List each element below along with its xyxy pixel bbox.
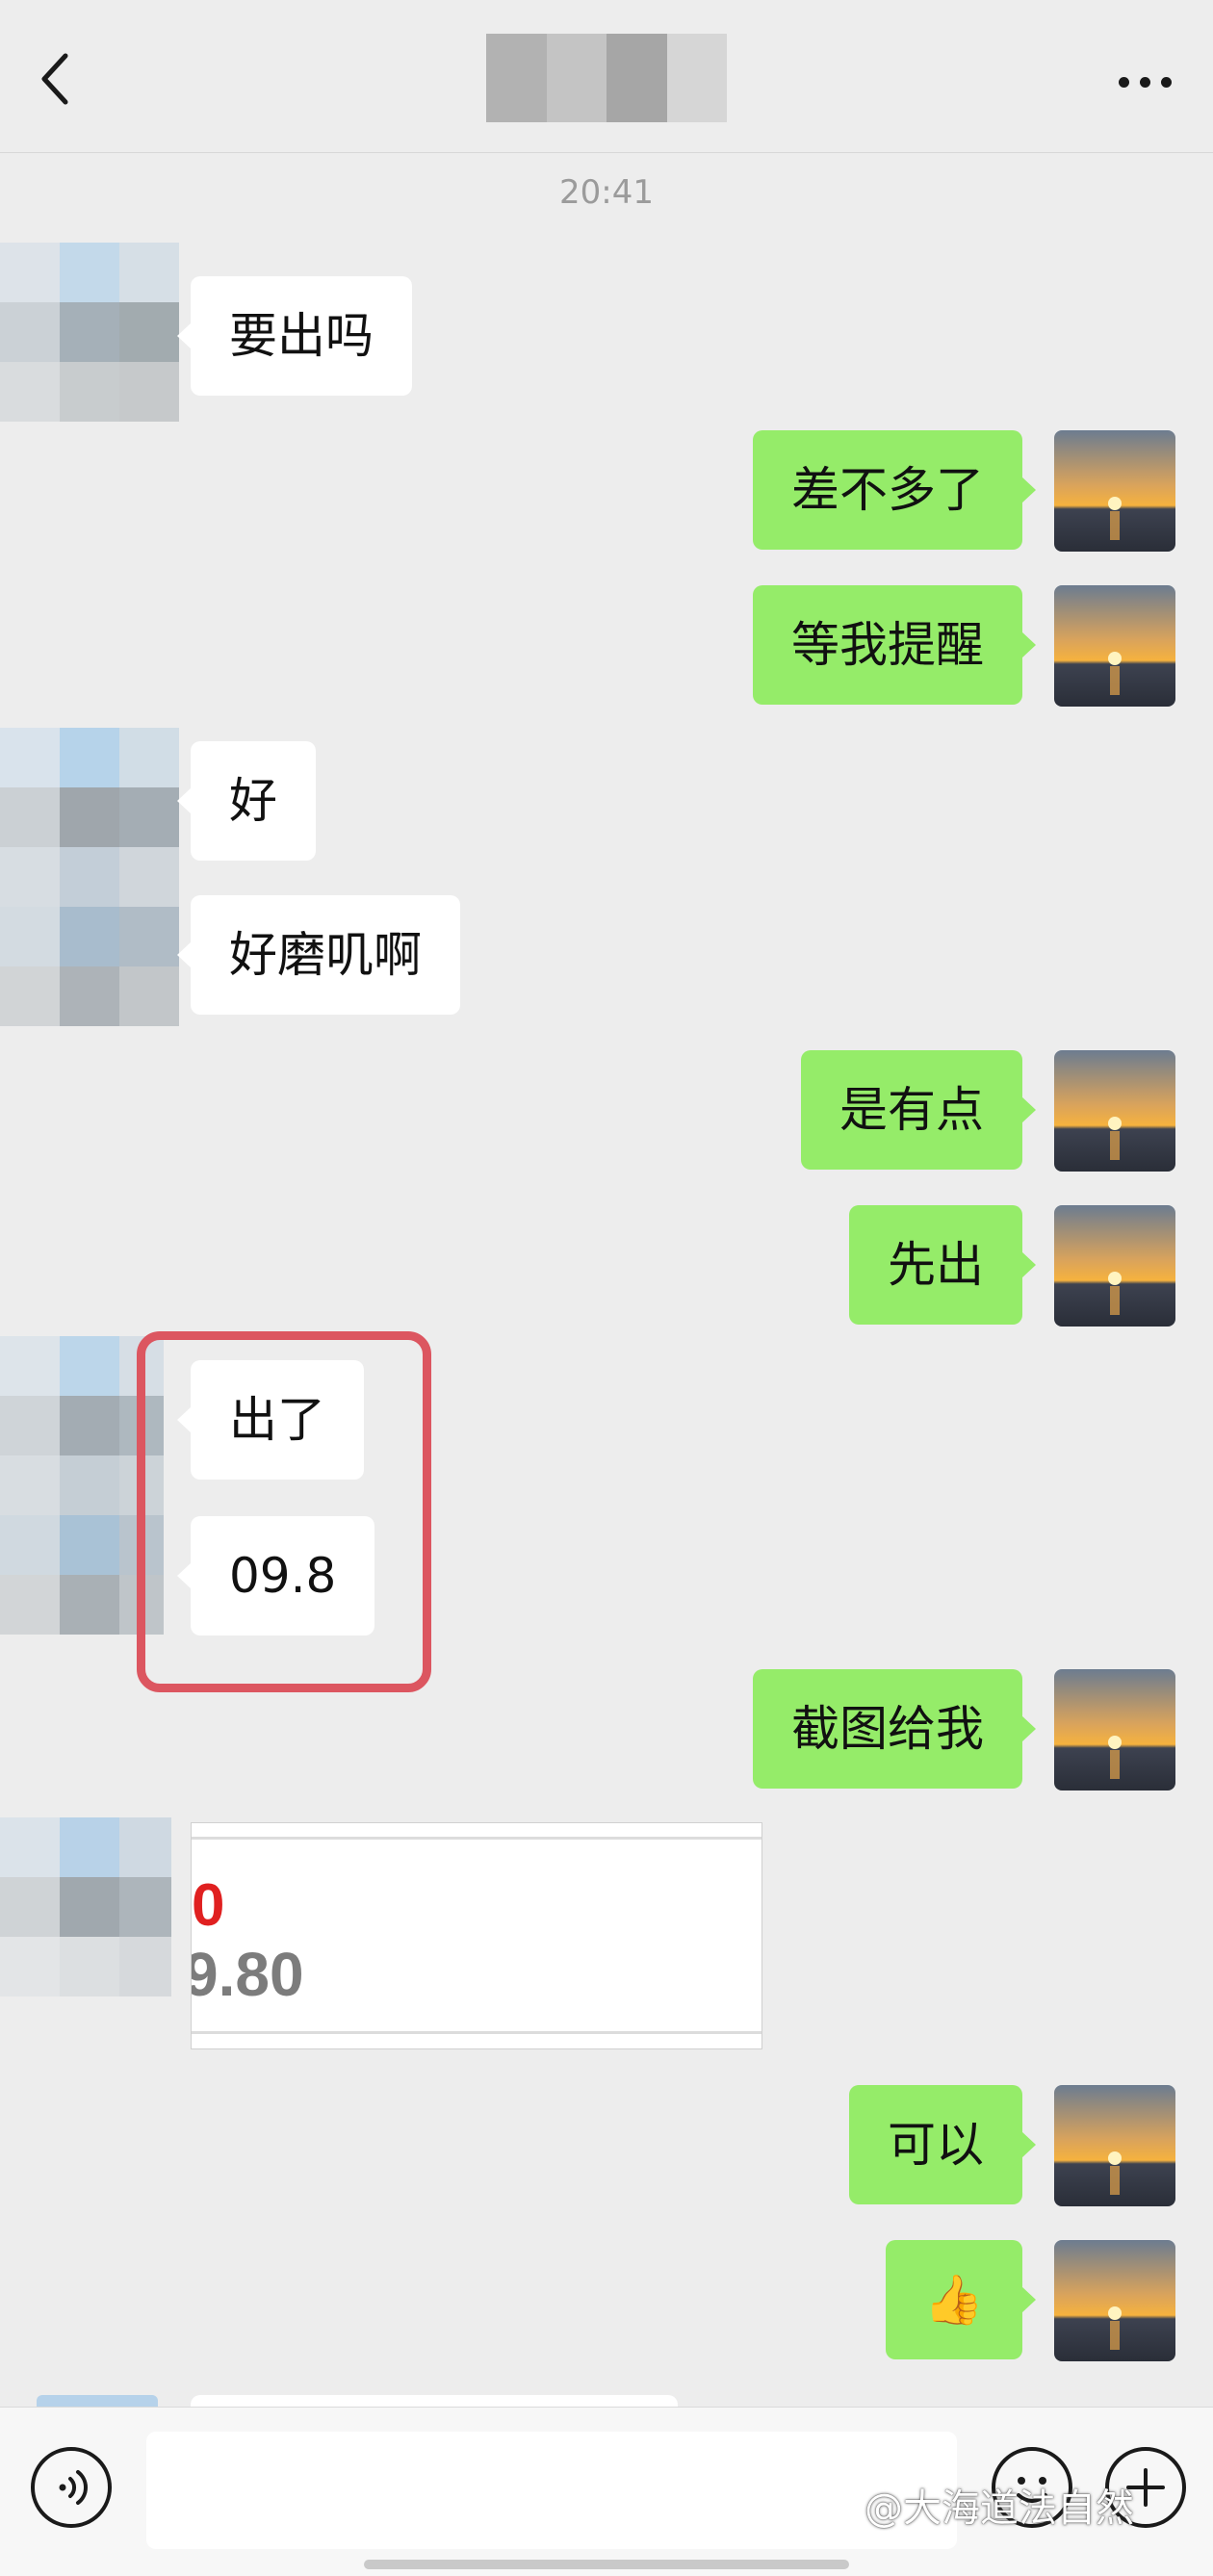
peer-avatar[interactable]: [0, 243, 183, 422]
my-avatar[interactable]: [1054, 430, 1175, 552]
my-avatar[interactable]: [1054, 2240, 1175, 2361]
my-avatar[interactable]: [1054, 1050, 1175, 1172]
sunset-avatar-image: [1054, 1205, 1175, 1327]
sunset-avatar-image: [1054, 2240, 1175, 2361]
sunset-avatar-image: [1054, 2085, 1175, 2206]
message-bubble-me[interactable]: 可以: [849, 2085, 1036, 2204]
message-bubble-peer[interactable]: 好磨叽啊: [177, 895, 460, 1015]
message-bubble-me[interactable]: 先出: [849, 1205, 1036, 1325]
peer-avatar[interactable]: [0, 1817, 171, 1996]
message-bubble-me[interactable]: 截图给我: [753, 1669, 1036, 1789]
thumbs-up-emoji: 👍: [923, 2272, 984, 2328]
my-avatar[interactable]: [1054, 1205, 1175, 1327]
chevron-left-icon: [41, 53, 68, 105]
voice-icon: [59, 2470, 88, 2505]
image-message[interactable]: 0 9.80: [191, 1822, 762, 2049]
timestamp: 20:41: [559, 173, 654, 212]
peer-avatar-partial: [37, 2395, 158, 2407]
sunset-avatar-image: [1054, 1669, 1175, 1790]
sunset-avatar-image: [1054, 585, 1175, 707]
message-bubble-me[interactable]: 是有点: [801, 1050, 1036, 1170]
my-avatar[interactable]: [1054, 2085, 1175, 2206]
highlight-annotation-box: [137, 1331, 431, 1692]
sunset-avatar-image: [1054, 430, 1175, 552]
image-red-text: 0: [192, 1872, 225, 1939]
sunset-avatar-image: [1054, 1050, 1175, 1172]
message-bubble-peer[interactable]: 好: [177, 741, 316, 861]
chat-title-pixelated: [486, 34, 727, 122]
peer-avatar[interactable]: [0, 728, 183, 1030]
message-bubble-me[interactable]: 👍: [885, 2240, 1037, 2359]
home-indicator[interactable]: [364, 2560, 849, 2569]
message-bubble-me[interactable]: 差不多了: [753, 430, 1036, 550]
my-avatar[interactable]: [1054, 585, 1175, 707]
my-avatar[interactable]: [1054, 1669, 1175, 1790]
back-button[interactable]: [29, 46, 87, 114]
image-gray-number: 9.80: [191, 1940, 304, 2009]
watermark-text: @大海道法自然: [865, 2486, 1134, 2531]
more-dots-icon: [1119, 77, 1129, 88]
message-input[interactable]: [146, 2432, 957, 2549]
message-bubble-me[interactable]: 等我提醒: [753, 585, 1036, 705]
more-button[interactable]: [1115, 67, 1176, 96]
message-bubble-peer[interactable]: 要出吗: [177, 276, 412, 396]
message-bubble-partial: [191, 2395, 678, 2407]
voice-button[interactable]: [31, 2447, 112, 2528]
